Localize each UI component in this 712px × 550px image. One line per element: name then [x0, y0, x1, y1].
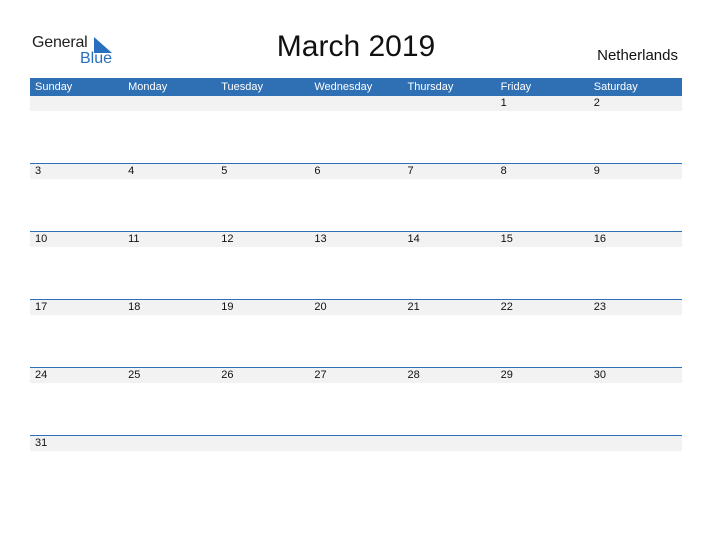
- day-cell: 23: [593, 301, 606, 313]
- day-cell: 7: [407, 165, 414, 177]
- weekday-thursday: Thursday: [407, 81, 454, 93]
- day-cell: 30: [593, 369, 606, 381]
- day-cell: 19: [221, 301, 234, 313]
- day-cell: 17: [35, 301, 48, 313]
- day-cell: 29: [500, 369, 513, 381]
- day-number-bar: 10 11 12 13 14 15 16: [30, 232, 682, 247]
- weekday-wednesday: Wednesday: [314, 81, 373, 93]
- weekday-saturday: Saturday: [593, 81, 638, 93]
- day-cell: 2: [593, 97, 600, 109]
- empty-day-cell: [123, 436, 217, 451]
- day-cell: 5: [221, 165, 228, 177]
- calendar-grid: Sunday Monday Tuesday Wednesday Thursday…: [30, 78, 682, 503]
- day-cell: 12: [221, 233, 234, 245]
- weeks-container: 1 2 3 4 5 6 7 8 9 10 11 12 13 14 15 16 17 18 19 20 21 22 23 24 2…: [30, 96, 682, 503]
- day-number-bar: 12: [30, 96, 682, 111]
- weekday-monday: Monday: [128, 81, 168, 93]
- empty-day-cell: [123, 96, 217, 111]
- empty-day-cell: [402, 96, 496, 111]
- day-cell: 24: [35, 369, 48, 381]
- empty-day-cell: [30, 96, 124, 111]
- day-cell: 8: [500, 165, 507, 177]
- day-cell: 16: [593, 233, 606, 245]
- weekday-friday: Friday: [500, 81, 532, 93]
- day-cell: 3: [35, 165, 42, 177]
- week-row: 10 11 12 13 14 15 16: [30, 231, 682, 299]
- weekday-tuesday: Tuesday: [221, 81, 264, 93]
- day-cell: 9: [593, 165, 600, 177]
- week-row: 12: [30, 96, 682, 163]
- empty-day-cell: [495, 436, 589, 451]
- weekday-header: Sunday Monday Tuesday Wednesday Thursday…: [30, 78, 682, 96]
- weekday-sunday: Sunday: [35, 81, 73, 93]
- day-cell: 27: [314, 369, 327, 381]
- empty-day-cell: [309, 436, 403, 451]
- day-cell: 20: [314, 301, 327, 313]
- day-cell: 15: [500, 233, 513, 245]
- day-number-bar: 3 4 5 6 7 8 9: [30, 164, 682, 179]
- day-cell: 10: [35, 233, 48, 245]
- day-cell: 21: [407, 301, 420, 313]
- empty-day-cell: [402, 436, 496, 451]
- day-number-bar: 24 25 26 27 28 29 30: [30, 368, 682, 383]
- day-cell: 11: [128, 233, 140, 245]
- empty-day-cell: [309, 96, 403, 111]
- day-cell: 22: [500, 301, 513, 313]
- empty-day-cell: [216, 96, 310, 111]
- day-cell: 18: [128, 301, 141, 313]
- day-cell: 4: [128, 165, 135, 177]
- day-cell: 31: [35, 437, 48, 449]
- day-cell: 28: [407, 369, 420, 381]
- day-cell: 6: [314, 165, 321, 177]
- day-cell: 25: [128, 369, 141, 381]
- day-number-bar: 17 18 19 20 21 22 23: [30, 300, 682, 315]
- week-row: 17 18 19 20 21 22 23: [30, 299, 682, 367]
- empty-day-cell: [588, 436, 682, 451]
- empty-day-cell: [216, 436, 310, 451]
- day-number-bar: 31: [30, 436, 682, 451]
- week-row: 31: [30, 435, 682, 503]
- day-cell: 26: [221, 369, 234, 381]
- day-cell: 13: [314, 233, 327, 245]
- country-label: Netherlands: [597, 47, 678, 64]
- week-row: 24 25 26 27 28 29 30: [30, 367, 682, 435]
- day-cell: 14: [407, 233, 420, 245]
- week-row: 3 4 5 6 7 8 9: [30, 163, 682, 231]
- day-cell: 1: [500, 97, 507, 109]
